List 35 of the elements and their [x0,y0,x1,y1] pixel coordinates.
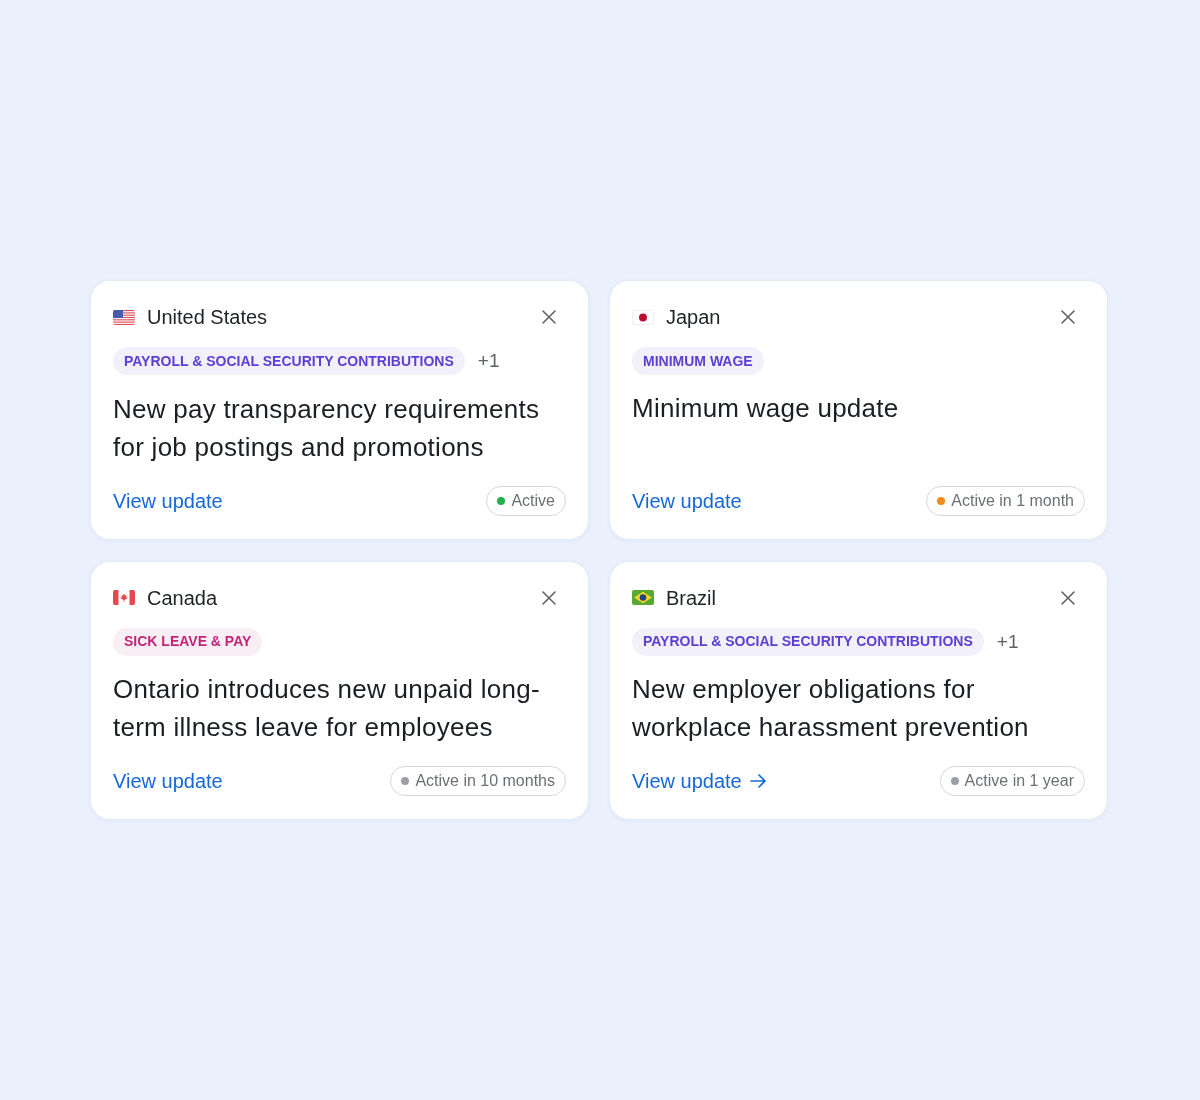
category-tag: PAYROLL & SOCIAL SECURITY CONTRIBUTIONS [632,627,984,656]
view-update-link[interactable]: View update [632,485,742,516]
more-tags-count: +1 [996,629,1019,654]
status-text: Active in 1 year [964,771,1074,791]
category-tag: SICK LEAVE & PAY [113,627,263,656]
country-name: Canada [147,585,218,611]
country-name: United States [147,305,268,330]
update-title: Ontario introduces new unpaid long-term illness leave for employees [113,672,541,744]
view-update-link[interactable]: View update [113,766,223,796]
canada-flag-icon [113,590,135,605]
close-button[interactable] [1061,310,1075,324]
japan-flag-icon [632,309,654,325]
close-button[interactable] [1061,590,1075,605]
close-button[interactable] [542,310,556,324]
close-icon [542,310,556,324]
more-tags-count: +1 [477,349,500,373]
close-icon [542,590,556,605]
close-button[interactable] [542,590,556,605]
update-title: Minimum wage update [632,392,900,425]
country-name: Japan [666,305,721,330]
close-icon [1061,310,1075,324]
view-update-link[interactable]: View update [113,485,223,516]
view-update-link[interactable]: View update [632,766,766,796]
status-text: Active in 10 months [415,771,555,791]
update-title: New pay transparency requirements for job postings and promotions [113,392,541,464]
status-text: Active in 1 month [951,490,1074,511]
status-text: Active [511,490,555,511]
category-tag: PAYROLL & SOCIAL SECURITY CONTRIBUTIONS [113,347,465,376]
close-icon [1061,590,1075,605]
country-name: Brazil [666,585,716,611]
arrow-right-icon [749,774,766,788]
brazil-flag-icon [632,590,654,605]
category-tag: MINIMUM WAGE [632,347,764,375]
us-flag-icon [113,309,135,325]
update-title: New employer obligations for workplace harassment prevention [632,673,1030,744]
